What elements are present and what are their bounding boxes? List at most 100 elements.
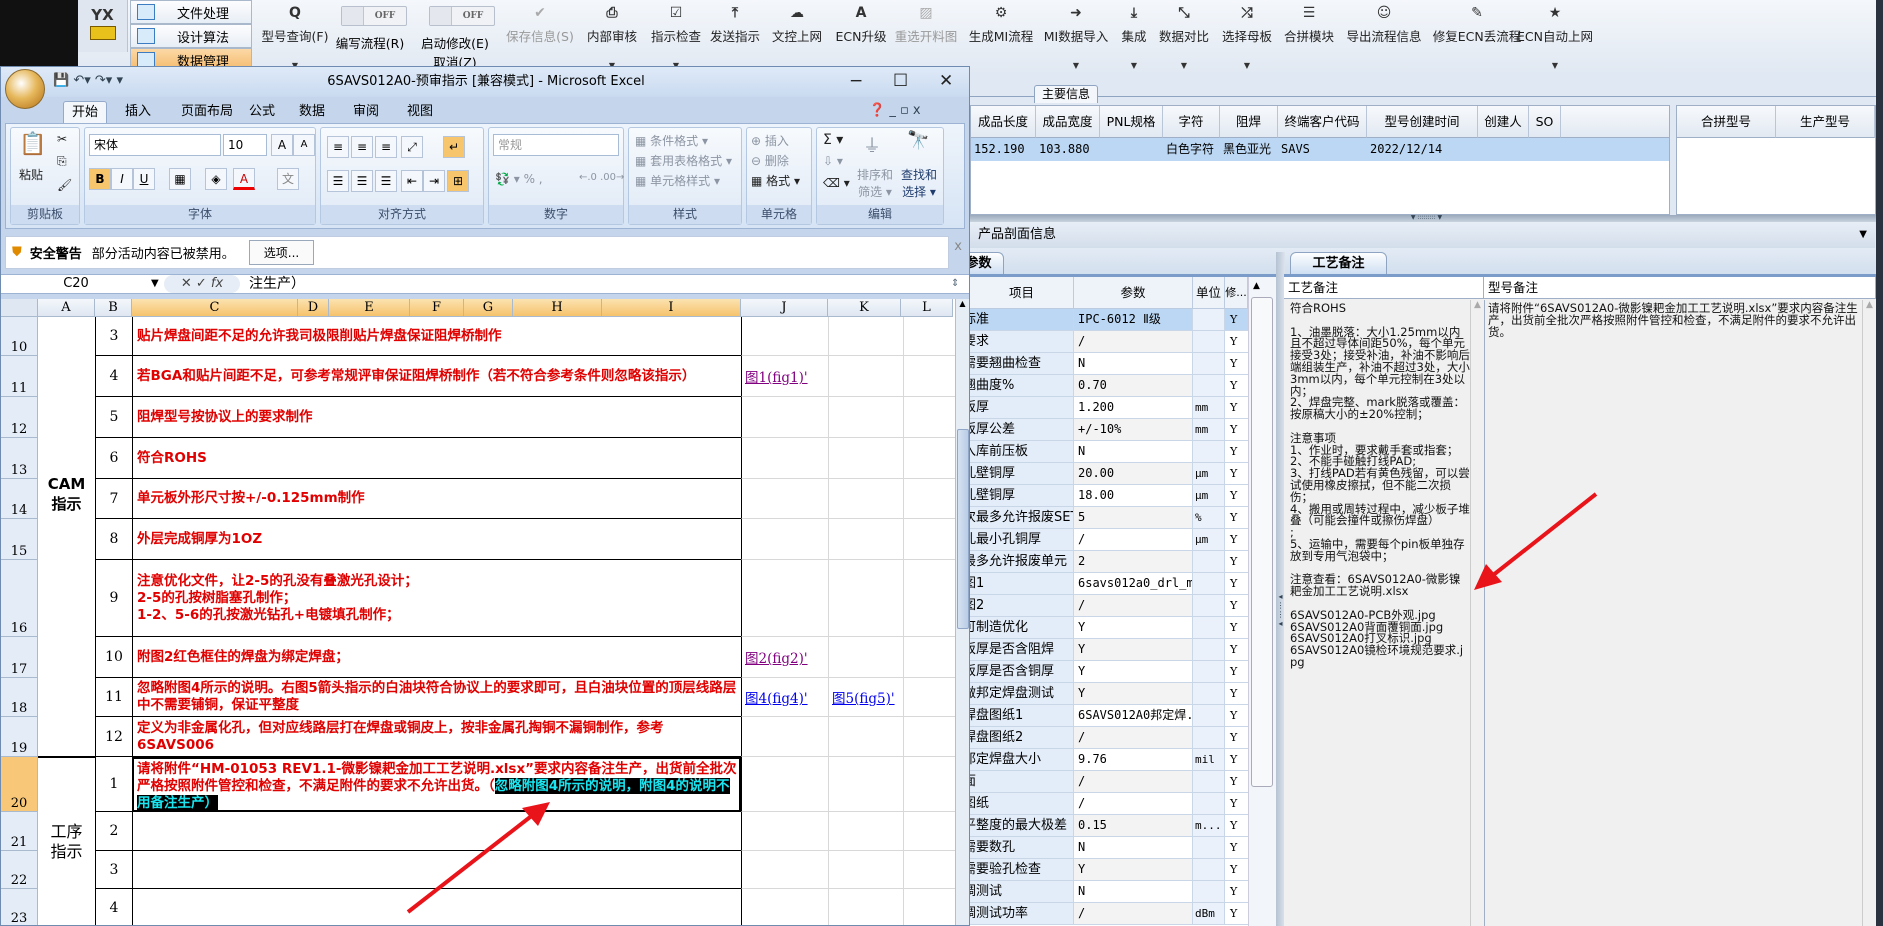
figure-link[interactable]: 图5(fig5)' <box>828 678 903 717</box>
align-bottom-icon[interactable]: ≡ <box>375 136 397 158</box>
ribbon-tab[interactable]: 页面布局 <box>173 101 241 123</box>
phonetic-button[interactable]: 文 <box>277 168 299 190</box>
row-header[interactable]: 20 <box>1 757 38 812</box>
param-value[interactable]: 0.15 <box>1074 815 1193 836</box>
column-header-production-model[interactable]: 生产型号 <box>1776 106 1875 138</box>
column-header-B[interactable]: B <box>95 299 132 317</box>
clear-icon[interactable]: ⌫ ▾ <box>823 176 850 190</box>
cell[interactable] <box>741 397 828 438</box>
align-top-icon[interactable]: ≡ <box>327 136 349 158</box>
param-value[interactable]: / <box>1074 727 1193 748</box>
cut-icon[interactable]: ✂ <box>57 132 67 146</box>
item-number-cell[interactable]: 5 <box>95 397 132 438</box>
main-info-cell[interactable]: 152.190 <box>971 138 1036 161</box>
cell[interactable] <box>828 812 903 851</box>
selected-cell-C20[interactable]: 请将附件“HM-01053 REV1.1-微影镍耙金加工工艺说明.xlsx”要求… <box>132 757 741 812</box>
instruction-cell[interactable]: 若BGA和贴片间距不足，可参考常规评审保证阻焊桥制作（若不符合参考条件则忽略该指… <box>132 356 741 397</box>
tab-process-notes[interactable]: 工艺备注 <box>1290 252 1387 274</box>
param-value[interactable]: 1.200 <box>1074 397 1193 418</box>
table-format-button[interactable]: ▦ 套用表格格式 ▾ <box>635 152 732 169</box>
format-painter-icon[interactable]: 🖌 <box>57 178 72 192</box>
param-value[interactable]: Y <box>1074 639 1193 660</box>
params-scrollbar[interactable]: ▲ <box>1248 277 1276 926</box>
column-header[interactable]: SO <box>1529 106 1561 138</box>
align-right-icon[interactable]: ☰ <box>375 170 397 192</box>
panel-splitter[interactable]: ▼ ::::::::: ▼ <box>970 215 1883 222</box>
scrollbar-thumb[interactable] <box>957 429 969 629</box>
param-value[interactable]: Y <box>1074 683 1193 704</box>
param-row[interactable]: 可制造优化 Y Y <box>970 617 1248 639</box>
column-header[interactable]: 阻焊 <box>1220 106 1278 138</box>
close-warning-icon[interactable]: x <box>954 239 962 254</box>
vertical-scrollbar[interactable]: ▲ <box>955 299 969 925</box>
column-header-K[interactable]: K <box>828 299 901 317</box>
param-value[interactable]: 0.70 <box>1074 375 1193 396</box>
item-number-cell[interactable]: 6 <box>95 438 132 479</box>
param-row[interactable]: 焊盘图纸2 / Y <box>970 727 1248 749</box>
item-number-cell[interactable]: 7 <box>95 479 132 519</box>
param-value[interactable]: 18.00 <box>1074 485 1193 506</box>
scroll-up-icon[interactable]: ▲ <box>956 299 969 308</box>
param-row[interactable]: 需要数孔 N Y <box>970 837 1248 859</box>
undo-icon[interactable]: ↶▾ <box>73 73 90 88</box>
wrap-text-icon[interactable]: ↵ <box>443 136 465 158</box>
item-number-cell[interactable]: 2 <box>95 812 132 851</box>
column-header-unit[interactable]: 单位 <box>1193 277 1225 309</box>
row-header[interactable]: 14 <box>1 479 38 519</box>
increase-indent-icon[interactable]: ⇥ <box>423 170 445 192</box>
cell[interactable] <box>903 678 955 717</box>
merge-center-icon[interactable]: ⊞ <box>447 170 469 192</box>
param-value[interactable]: / <box>1074 331 1193 352</box>
instruction-cell[interactable]: 贴片焊盘间距不足的允许我司极限削贴片焊盘保证阻焊桥制作 <box>132 317 741 356</box>
param-value[interactable]: N <box>1074 441 1193 462</box>
instruction-cell[interactable]: 注意优化文件，让2-5的孔没有叠激光孔设计； 2-5的孔按树脂塞孔制作； 1-2… <box>132 560 741 637</box>
align-left-icon[interactable]: ☰ <box>327 170 349 192</box>
cell[interactable] <box>741 519 828 560</box>
cell[interactable] <box>903 438 955 479</box>
app-logo[interactable]: YX <box>78 0 128 52</box>
row-header[interactable]: 23 <box>1 889 38 925</box>
param-row[interactable]: 入库前压板 N Y <box>970 441 1248 463</box>
font-color-button[interactable]: A <box>233 168 255 190</box>
underline-button[interactable]: U <box>133 168 155 190</box>
sort-filter-button[interactable]: 排序和 筛选 ▾ <box>857 166 893 200</box>
item-number-cell[interactable]: 12 <box>95 717 132 757</box>
ribbon-tab[interactable]: 数据 <box>291 101 333 123</box>
cell[interactable] <box>741 812 828 851</box>
main-info-cell[interactable]: 黑色亚光 <box>1220 138 1278 161</box>
param-value[interactable]: 9.76 <box>1074 749 1193 770</box>
column-header[interactable]: 型号创建时间 <box>1367 106 1478 138</box>
autosum-icon[interactable]: Σ ▾ <box>823 132 843 148</box>
cell[interactable] <box>741 438 828 479</box>
param-value[interactable]: Y <box>1074 859 1193 880</box>
param-value[interactable]: 6SAVS012A0邦定焊... <box>1074 705 1193 726</box>
column-header-D[interactable]: D <box>298 299 329 317</box>
main-info-cell[interactable] <box>1100 138 1163 161</box>
shrink-font-button[interactable]: A <box>293 134 315 156</box>
cell[interactable] <box>903 812 955 851</box>
sort-filter-icon[interactable]: ⏚ <box>863 132 881 158</box>
cell[interactable] <box>903 356 955 397</box>
column-header-G[interactable]: G <box>464 299 513 317</box>
ribbon-tab[interactable]: 插入 <box>117 101 159 123</box>
cell[interactable] <box>828 851 903 889</box>
column-header-I[interactable]: I <box>602 299 741 317</box>
align-center-icon[interactable]: ☰ <box>351 170 373 192</box>
item-number-cell[interactable]: 4 <box>95 356 132 397</box>
item-number-cell[interactable]: 1 <box>95 757 132 812</box>
row-header[interactable]: 21 <box>1 812 38 851</box>
instruction-cell[interactable] <box>132 812 741 851</box>
ribbon-tab[interactable]: 视图 <box>399 101 441 123</box>
number-format-select[interactable]: 常规 <box>493 134 619 156</box>
param-value[interactable]: / <box>1074 903 1193 924</box>
item-number-cell[interactable]: 10 <box>95 637 132 678</box>
param-value[interactable]: Y <box>1074 617 1193 638</box>
chevron-down-icon[interactable]: ▼ <box>1859 222 1867 248</box>
column-header-F[interactable]: F <box>410 299 464 317</box>
figure-link[interactable]: 图1(fig1)' <box>741 356 828 397</box>
ribbon-tab[interactable]: 审阅 <box>345 101 387 123</box>
fill-color-button[interactable]: ◈ <box>205 168 227 190</box>
param-row[interactable]: 板厚公差 +/-10% mm Y <box>970 419 1248 441</box>
cell[interactable] <box>828 717 903 757</box>
write-flow-toggle[interactable]: OFF <box>341 6 407 26</box>
